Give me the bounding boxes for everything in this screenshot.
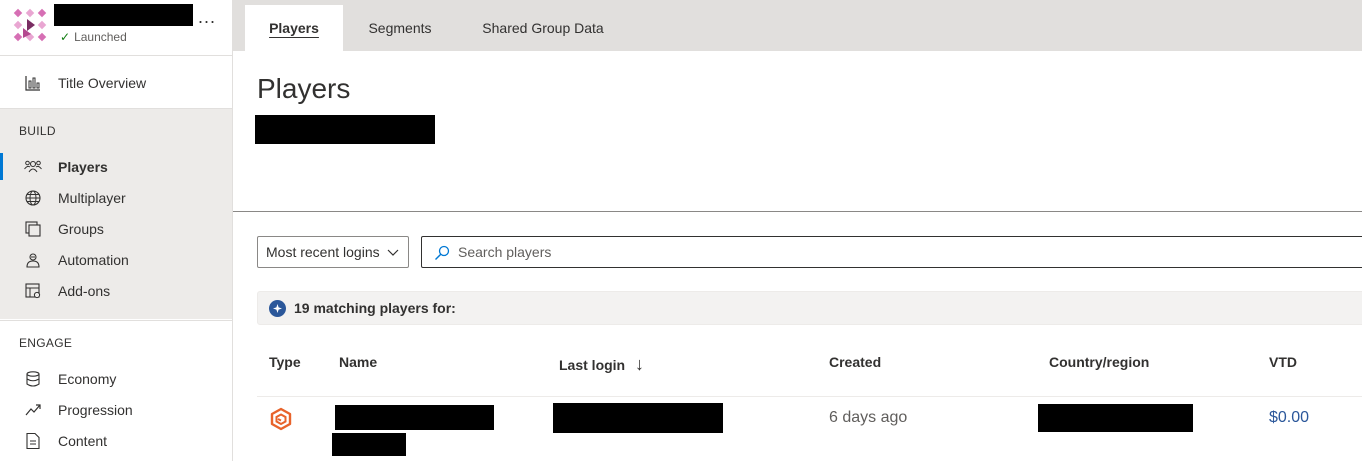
filter-badge-icon: [269, 300, 286, 317]
match-count-text: 19 matching players for:: [294, 300, 456, 316]
table-header-divider: [257, 396, 1362, 397]
tab-segments[interactable]: Segments: [353, 5, 447, 51]
sidebar-item-add-ons[interactable]: Add-ons: [0, 275, 232, 306]
bar-chart-icon: [25, 75, 40, 91]
country-redacted: [1038, 404, 1193, 432]
sidebar: ... ✓ Launched Title Overview BUILD Play…: [0, 0, 233, 461]
search-box: [421, 236, 1362, 268]
main-content: Players Segments Shared Group Data Playe…: [233, 0, 1362, 461]
title-status: ✓ Launched: [60, 30, 127, 44]
title-header: ... ✓ Launched: [0, 0, 232, 56]
divider: [233, 211, 1362, 212]
player-name-redacted: [335, 405, 494, 430]
column-header-country[interactable]: Country/region: [1049, 354, 1149, 370]
search-icon: [435, 245, 450, 260]
more-options-button[interactable]: ...: [198, 8, 220, 28]
sidebar-item-multiplayer[interactable]: Multiplayer: [0, 182, 232, 213]
last-login-redacted: [553, 403, 723, 433]
sort-dropdown[interactable]: Most recent logins: [257, 236, 409, 268]
automation-icon: [26, 252, 40, 268]
sidebar-item-automation[interactable]: Automation: [0, 244, 232, 275]
column-header-vtd[interactable]: VTD: [1269, 354, 1297, 370]
players-icon: [24, 160, 42, 172]
sort-descending-icon: ↓: [635, 354, 645, 374]
chevron-down-icon: [387, 249, 399, 256]
tab-bar: Players Segments Shared Group Data: [233, 0, 1362, 51]
section-title: BUILD: [19, 124, 56, 138]
page-title: Players: [257, 73, 351, 104]
trend-icon: [25, 403, 41, 415]
title-name-redacted: [54, 4, 193, 26]
sidebar-item-label: Multiplayer: [58, 189, 126, 206]
sidebar-item-title-overview[interactable]: Title Overview: [0, 67, 232, 98]
created-cell: 6 days ago: [829, 409, 908, 426]
player-type-icon: [270, 407, 292, 431]
column-header-created[interactable]: Created: [829, 354, 881, 370]
vtd-cell[interactable]: $0.00: [1269, 409, 1309, 427]
column-header-label: Last login: [559, 357, 626, 373]
sidebar-item-progression[interactable]: Progression: [0, 394, 232, 425]
addons-icon: [25, 282, 41, 298]
sidebar-item-label: Title Overview: [58, 74, 147, 91]
column-header-type[interactable]: Type: [269, 354, 301, 370]
sidebar-item-label: Progression: [58, 401, 133, 418]
subtitle-redacted: [255, 115, 435, 144]
groups-icon: [25, 220, 41, 237]
status-label: Launched: [74, 30, 127, 44]
nav-top: Title Overview: [0, 57, 232, 108]
tab-shared-group-data[interactable]: Shared Group Data: [469, 5, 617, 51]
title-logo-icon: [13, 8, 47, 42]
sidebar-item-label: Groups: [58, 220, 104, 237]
section-title: ENGAGE: [19, 336, 73, 350]
globe-icon: [25, 189, 41, 206]
section-engage: ENGAGE Economy Progression Content: [0, 320, 232, 461]
column-header-last-login[interactable]: Last login ↓: [559, 354, 644, 375]
match-summary-bar: 19 matching players for:: [257, 291, 1362, 325]
sidebar-item-content[interactable]: Content: [0, 425, 232, 456]
sort-dropdown-value: Most recent logins: [266, 244, 380, 260]
column-header-name[interactable]: Name: [339, 354, 377, 370]
section-build: BUILD Players Multiplayer Groups Automat…: [0, 108, 232, 319]
sidebar-item-groups[interactable]: Groups: [0, 213, 232, 244]
search-input[interactable]: [458, 241, 1338, 263]
sidebar-item-label: Add-ons: [58, 282, 111, 299]
check-icon: ✓: [60, 30, 71, 44]
sidebar-item-label: Content: [58, 432, 108, 449]
database-icon: [26, 370, 40, 387]
player-id-redacted: [332, 433, 406, 456]
sidebar-item-economy[interactable]: Economy: [0, 363, 232, 394]
sidebar-item-label: Automation: [58, 251, 129, 268]
sidebar-item-players[interactable]: Players: [0, 151, 232, 182]
tab-players[interactable]: Players: [245, 5, 343, 51]
sidebar-item-label: Economy: [58, 370, 117, 387]
sidebar-item-label: Players: [58, 158, 108, 175]
document-icon: [26, 432, 40, 449]
